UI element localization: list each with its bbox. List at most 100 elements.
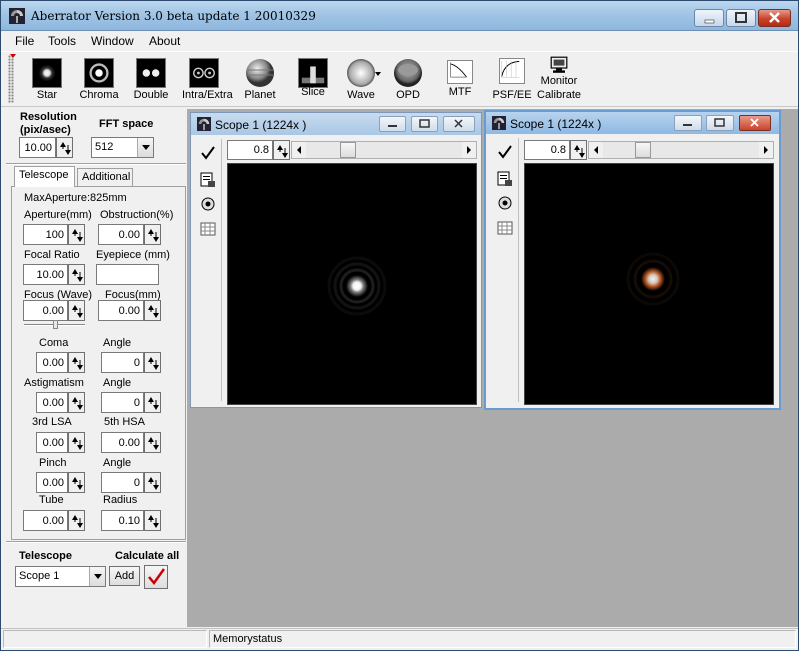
scope1-maximize-button[interactable] — [411, 116, 438, 132]
resolution-spinner[interactable] — [56, 137, 73, 158]
coma-angle-field[interactable] — [101, 352, 144, 373]
chevron-down-icon[interactable] — [89, 567, 105, 586]
scope1-psf-view[interactable] — [227, 163, 477, 405]
scope2-maximize-button[interactable] — [706, 115, 734, 131]
minimize-button[interactable] — [694, 9, 724, 27]
scope-window-2[interactable]: Scope 1 (1224x ) — [484, 110, 781, 410]
maximize-button[interactable] — [726, 9, 756, 27]
astigmatism-input[interactable] — [38, 394, 66, 411]
intra-extra-button[interactable]: Intra/Extra — [182, 52, 233, 106]
refresh-icon[interactable] — [200, 196, 216, 212]
menu-window[interactable]: Window — [91, 34, 134, 48]
table-icon[interactable] — [200, 221, 216, 237]
obstruction-input[interactable] — [100, 226, 142, 243]
coma-angle-input[interactable] — [103, 354, 142, 371]
eyepiece-field[interactable] — [96, 264, 159, 285]
calculate-check-icon[interactable] — [200, 145, 216, 161]
add-scope-button[interactable]: Add — [109, 566, 140, 586]
obstruction-field[interactable] — [98, 224, 144, 245]
scope-window-2-titlebar[interactable]: Scope 1 (1224x ) — [486, 112, 779, 134]
scroll-right-icon[interactable] — [462, 142, 476, 158]
pinch-input[interactable] — [38, 474, 66, 491]
scope2-zoom-spinner[interactable] — [570, 140, 587, 160]
slice-button[interactable]: Slice — [297, 52, 329, 106]
scroll-left-icon[interactable] — [589, 142, 603, 158]
focus-mm-field[interactable] — [98, 300, 144, 321]
aperture-field[interactable] — [23, 224, 68, 245]
monitor-calibrate-button[interactable]: Monitor Calibrate — [537, 52, 581, 106]
tube-field[interactable] — [23, 510, 68, 531]
title-bar[interactable]: Aberrator Version 3.0 beta update 1 2001… — [1, 1, 798, 31]
pinch-angle-field[interactable] — [101, 472, 144, 493]
scope2-chroma-view[interactable] — [524, 163, 774, 405]
pinch-spinner[interactable] — [68, 472, 85, 493]
scope1-zoom-scrollbar[interactable] — [291, 141, 477, 159]
tab-additional[interactable]: Additional — [77, 168, 133, 187]
focus-wave-input[interactable] — [25, 302, 66, 319]
close-button[interactable] — [758, 9, 791, 27]
focal-ratio-input[interactable] — [25, 266, 66, 283]
astigmatism-angle-field[interactable] — [101, 392, 144, 413]
scope1-minimize-button[interactable] — [379, 116, 406, 132]
pinch-angle-spinner[interactable] — [144, 472, 161, 493]
resolution-field[interactable] — [19, 137, 56, 158]
resolution-input[interactable] — [21, 139, 54, 156]
lsa3-input[interactable] — [38, 434, 66, 451]
scope2-zoom-field[interactable] — [524, 140, 570, 160]
hsa5-field[interactable] — [101, 432, 144, 453]
scope1-zoom-input[interactable] — [229, 142, 271, 158]
pinch-angle-input[interactable] — [103, 474, 142, 491]
calculate-all-button[interactable] — [144, 565, 168, 589]
scope2-zoom-scrollbar[interactable] — [588, 141, 774, 159]
menu-about[interactable]: About — [149, 34, 180, 48]
chevron-down-icon[interactable] — [137, 138, 153, 157]
opd-button[interactable]: OPD — [392, 52, 424, 106]
double-button[interactable]: Double — [134, 52, 168, 106]
star-button[interactable]: Star — [31, 52, 63, 106]
focal-ratio-field[interactable] — [23, 264, 68, 285]
refresh-icon[interactable] — [497, 195, 513, 211]
astigmatism-angle-input[interactable] — [103, 394, 142, 411]
lsa3-spinner[interactable] — [68, 432, 85, 453]
pinch-field[interactable] — [36, 472, 68, 493]
focus-mm-spinner[interactable] — [144, 300, 161, 321]
radius-spinner[interactable] — [144, 510, 161, 531]
aperture-input[interactable] — [25, 226, 66, 243]
toolbar-grip[interactable] — [8, 55, 14, 103]
obstruction-spinner[interactable] — [144, 224, 161, 245]
scope1-close-button[interactable] — [443, 116, 475, 132]
planet-button[interactable]: Planet — [244, 52, 276, 106]
wave-dropdown-icon[interactable] — [375, 72, 381, 76]
menu-tools[interactable]: Tools — [48, 34, 76, 48]
scroll-right-icon[interactable] — [759, 142, 773, 158]
scroll-left-icon[interactable] — [292, 142, 306, 158]
coma-field[interactable] — [36, 352, 68, 373]
chroma-button[interactable]: Chroma — [79, 52, 119, 106]
astigmatism-field[interactable] — [36, 392, 68, 413]
calculate-check-icon[interactable] — [497, 144, 513, 160]
scope1-zoom-thumb[interactable] — [340, 142, 356, 158]
save-image-icon[interactable] — [497, 171, 513, 187]
tab-telescope[interactable]: Telescope — [14, 166, 75, 187]
psf-ee-button[interactable]: PSF/EE — [492, 52, 532, 106]
focus-mm-input[interactable] — [100, 302, 142, 319]
hsa5-spinner[interactable] — [144, 432, 161, 453]
scope-window-1-titlebar[interactable]: Scope 1 (1224x ) — [191, 113, 481, 135]
astigmatism-spinner[interactable] — [68, 392, 85, 413]
coma-angle-spinner[interactable] — [144, 352, 161, 373]
focus-wave-spinner[interactable] — [68, 300, 85, 321]
scope2-zoom-input[interactable] — [526, 142, 568, 158]
scope1-zoom-field[interactable] — [227, 140, 273, 160]
tube-input[interactable] — [25, 512, 66, 529]
radius-field[interactable] — [101, 510, 144, 531]
focus-slider-thumb[interactable] — [53, 320, 58, 329]
mtf-button[interactable]: MTF — [444, 52, 476, 106]
scope-window-1[interactable]: Scope 1 (1224x ) — [190, 112, 482, 408]
aperture-spinner[interactable] — [68, 224, 85, 245]
wave-button[interactable]: Wave — [344, 52, 378, 106]
scope-select[interactable]: Scope 1 — [15, 566, 106, 587]
scope2-minimize-button[interactable] — [674, 115, 702, 131]
coma-input[interactable] — [38, 354, 66, 371]
hsa5-input[interactable] — [103, 434, 142, 451]
lsa3-field[interactable] — [36, 432, 68, 453]
